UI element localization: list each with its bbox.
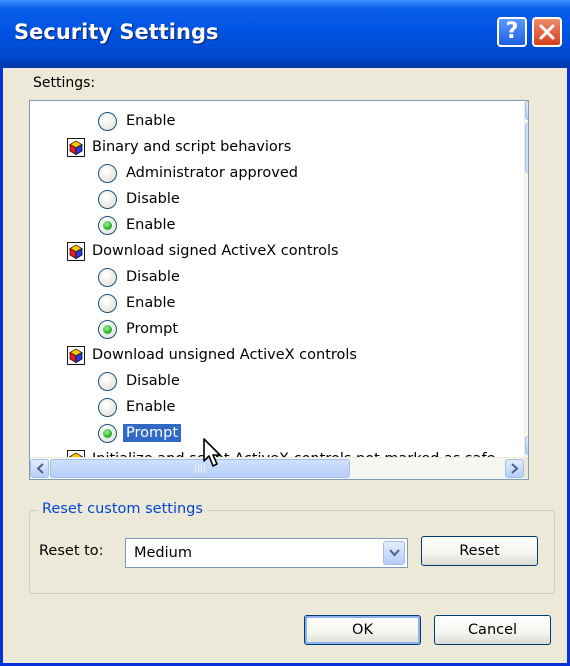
radio-button[interactable] <box>98 215 117 235</box>
setting-option-label[interactable]: Prompt <box>121 423 183 443</box>
radio-button[interactable] <box>98 163 117 183</box>
radio-button[interactable] <box>98 267 117 287</box>
settings-list-viewport: Enable Binary and script behaviors Adminis… <box>30 101 522 457</box>
setting-option[interactable]: Administrator approved <box>98 160 301 186</box>
setting-category: Binary and script behaviors <box>67 134 291 160</box>
dropdown-button[interactable] <box>383 541 405 565</box>
chevron-down-icon <box>388 549 400 557</box>
setting-option-label[interactable]: Disable <box>123 268 183 286</box>
setting-category: Initialize and script ActiveX controls n… <box>67 446 495 457</box>
radio-button[interactable] <box>98 319 117 339</box>
reset-button[interactable]: Reset <box>421 536 538 566</box>
setting-option-label[interactable]: Administrator approved <box>123 164 301 182</box>
help-button[interactable]: ? <box>497 17 527 47</box>
setting-option[interactable]: Enable <box>98 108 178 134</box>
setting-option[interactable]: Enable <box>98 212 178 238</box>
settings-category-icon <box>67 241 85 261</box>
reset-level-value: Medium <box>134 545 192 561</box>
settings-list[interactable]: Enable Binary and script behaviors Adminis… <box>29 100 529 480</box>
reset-level-select[interactable]: Medium <box>125 538 408 568</box>
vertical-scroll-thumb[interactable] <box>525 123 528 173</box>
setting-option-label[interactable]: Enable <box>123 398 178 416</box>
horizontal-scroll-thumb[interactable] <box>50 459 350 478</box>
setting-option[interactable]: Prompt <box>98 316 181 342</box>
setting-option[interactable]: Disable <box>98 186 183 212</box>
setting-option[interactable]: Disable <box>98 368 183 394</box>
horizontal-scrollbar[interactable] <box>30 457 524 479</box>
setting-category-label: Download unsigned ActiveX controls <box>92 347 357 363</box>
ok-button[interactable]: OK <box>304 615 421 645</box>
close-button[interactable] <box>532 17 562 47</box>
settings-category-icon <box>67 449 85 457</box>
setting-category-label: Binary and script behaviors <box>92 139 292 155</box>
reset-to-label: Reset to: <box>39 543 104 559</box>
reset-group-title: Reset custom settings <box>38 501 207 517</box>
scroll-right-button[interactable] <box>505 459 524 478</box>
title-bar[interactable]: Security Settings ? <box>0 0 570 68</box>
setting-option-label[interactable]: Disable <box>123 190 183 208</box>
radio-button[interactable] <box>98 293 117 313</box>
setting-option[interactable]: Enable <box>98 290 178 316</box>
settings-label: Settings: <box>33 75 96 91</box>
setting-option-label[interactable]: Enable <box>123 112 178 130</box>
radio-button[interactable] <box>98 111 117 131</box>
scroll-left-button[interactable] <box>30 459 49 478</box>
setting-option[interactable]: Disable <box>98 264 183 290</box>
chevron-left-icon <box>36 463 44 474</box>
setting-option-label[interactable]: Prompt <box>123 320 181 338</box>
setting-category: Download signed ActiveX controls <box>67 238 339 264</box>
mouse-pointer-icon <box>203 438 221 467</box>
radio-button[interactable] <box>98 397 117 417</box>
help-icon: ? <box>505 19 519 44</box>
setting-category-label: Download signed ActiveX controls <box>92 243 339 259</box>
setting-option[interactable]: Enable <box>98 394 178 420</box>
vertical-scrollbar[interactable] <box>524 101 528 457</box>
setting-option-label[interactable]: Enable <box>123 216 178 234</box>
close-icon <box>539 24 555 40</box>
chevron-right-icon <box>510 463 518 474</box>
setting-option[interactable]: Prompt <box>98 420 183 446</box>
cancel-button[interactable]: Cancel <box>434 615 551 645</box>
settings-category-icon <box>67 137 85 157</box>
scroll-down-button[interactable] <box>525 436 528 455</box>
setting-option-label[interactable]: Disable <box>123 372 183 390</box>
radio-button[interactable] <box>98 189 117 209</box>
dialog-title: Security Settings <box>14 20 219 44</box>
scrollbar-corner <box>524 457 528 479</box>
settings-category-icon <box>67 345 85 365</box>
scroll-up-button[interactable] <box>525 101 528 120</box>
setting-category: Download unsigned ActiveX controls <box>67 342 357 368</box>
radio-button[interactable] <box>98 423 117 443</box>
setting-option-label[interactable]: Enable <box>123 294 178 312</box>
radio-button[interactable] <box>98 371 117 391</box>
